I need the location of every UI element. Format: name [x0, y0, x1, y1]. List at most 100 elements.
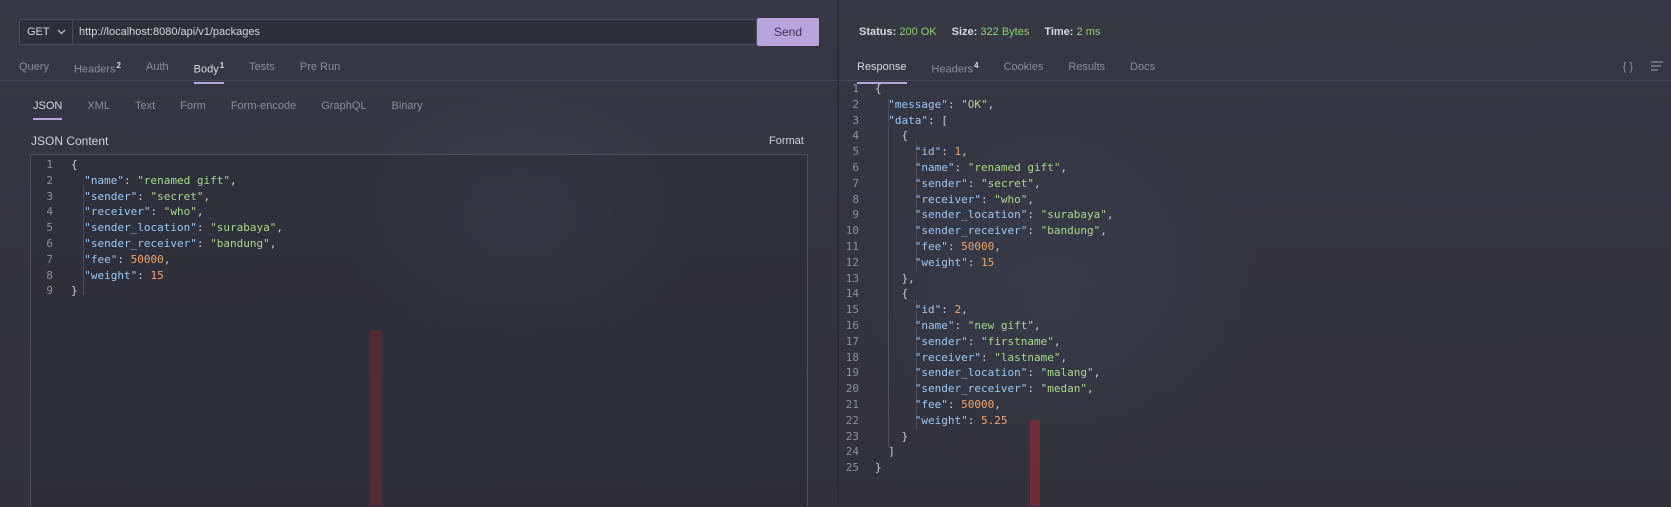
code-text: "sender_location": "surabaya", [914, 208, 1114, 222]
code-text: "sender": "secret", [84, 189, 211, 203]
code-line: 15 "id": 2, [839, 302, 1113, 318]
line-number: 1 [852, 82, 859, 95]
code-text: } [71, 284, 78, 298]
tab-label: Tests [249, 61, 275, 73]
time-value: 2 ms [1076, 26, 1101, 38]
line-number: 7 [852, 176, 859, 190]
code-text: "weight": 15 [84, 268, 164, 282]
tab-label: Text [134, 100, 156, 112]
code-text: "message": "OK", [888, 97, 995, 111]
line-number: 23 [845, 429, 859, 443]
code-line: 2 "name": "renamed gift", [31, 173, 283, 189]
line-number: 4 [46, 205, 53, 219]
code-line: 5 "sender_location": "surabaya", [31, 220, 283, 236]
format-button[interactable]: Format [769, 135, 804, 147]
tab-label: Results [1068, 61, 1106, 73]
body-tab-xml[interactable]: XML [87, 100, 110, 120]
line-number: 10 [845, 224, 859, 238]
line-number: 24 [845, 445, 859, 459]
code-line: 8 "receiver": "who", [839, 192, 1113, 208]
response-status-bar: Status: 200 OK Size: 322 Bytes Time: 2 m… [859, 26, 1100, 38]
body-tab-form[interactable]: Form [180, 100, 206, 120]
code-line: 10 "sender_receiver": "bandung", [839, 223, 1113, 239]
code-line: 14 { [839, 286, 1113, 302]
code-line: 1{ [31, 157, 283, 173]
code-line: 12 "weight": 15 [839, 255, 1113, 271]
code-line: 9 "sender_location": "surabaya", [839, 207, 1113, 223]
line-number: 20 [845, 382, 859, 396]
body-tab-text[interactable]: Text [135, 100, 155, 120]
line-number: 5 [852, 145, 859, 159]
response-viewer[interactable]: 1{2 "message": "OK", 3 "data": [4 {5 "id"… [839, 81, 1114, 476]
code-text: "sender_location": "surabaya", [84, 221, 283, 235]
tab-count-badge: 1 [219, 61, 225, 70]
code-line: 22 "weight": 5.25 [839, 413, 1113, 429]
code-line: 3 "sender": "secret", [31, 189, 283, 205]
code-text: "fee": 50000, [914, 397, 1001, 411]
tab-label: Query [19, 61, 49, 73]
line-number: 16 [845, 318, 859, 332]
code-text: "data": [ [888, 113, 948, 127]
code-text: "sender_receiver": "bandung", [84, 236, 277, 250]
code-line: 4 { [839, 128, 1113, 144]
code-line: 6 "sender_receiver": "bandung", [31, 236, 283, 252]
line-number: 18 [845, 350, 859, 364]
tab-label: Cookies [1003, 61, 1044, 73]
pane-divider[interactable] [837, 0, 839, 506]
line-number: 19 [845, 366, 859, 380]
size-info: Size: 322 Bytes [951, 26, 1030, 38]
body-tab-json[interactable]: JSON [33, 100, 63, 120]
code-line: 1{ [839, 81, 1113, 97]
tab-label: Response [857, 61, 907, 73]
json-body-editor[interactable]: 1{2 "name": "renamed gift", 3 "sender": "… [30, 154, 808, 507]
code-line: 19 "sender_location": "malang", [839, 365, 1113, 381]
url-value: http://localhost:8080/api/v1/packages [79, 26, 261, 38]
line-number: 3 [46, 189, 53, 203]
body-tab-form-encode[interactable]: Form-encode [231, 100, 296, 120]
wrap-lines-icon[interactable] [1651, 61, 1663, 74]
status-value: 200 OK [899, 26, 937, 38]
code-line: 9} [31, 283, 283, 299]
response-pane: Status: 200 OK Size: 322 Bytes Time: 2 m… [839, 0, 1671, 506]
code-text: "sender": "firstname", [914, 334, 1061, 348]
line-number: 7 [46, 252, 53, 266]
code-text: "weight": 5.25 [914, 413, 1008, 427]
line-number: 6 [852, 160, 859, 174]
code-text: { [875, 287, 909, 301]
code-line: 7 "sender": "secret", [839, 176, 1113, 192]
code-line: 3 "data": [ [839, 113, 1113, 129]
line-number: 1 [46, 158, 53, 171]
line-number: 25 [845, 461, 859, 475]
line-number: 2 [46, 173, 53, 187]
line-number: 21 [845, 397, 859, 411]
code-text: { [875, 129, 909, 143]
code-text: "name": "renamed gift", [914, 160, 1068, 174]
size-value: 322 Bytes [980, 26, 1030, 38]
code-line: 17 "sender": "firstname", [839, 334, 1113, 350]
code-line: 2 "message": "OK", [839, 97, 1113, 113]
code-line: 11 "fee": 50000, [839, 239, 1113, 255]
method-select[interactable]: GET [19, 19, 73, 45]
line-number: 6 [46, 236, 53, 250]
code-text: { [875, 82, 882, 95]
code-text: "receiver": "lastname", [914, 350, 1068, 364]
code-line: 7 "fee": 50000, [31, 252, 283, 268]
url-input[interactable]: http://localhost:8080/api/v1/packages [73, 19, 757, 45]
line-number: 12 [845, 255, 859, 269]
line-number: 15 [845, 303, 859, 317]
code-text: "receiver": "who", [914, 192, 1034, 206]
code-text: "weight": 15 [914, 255, 995, 269]
code-text: "sender_receiver": "medan", [914, 382, 1094, 396]
code-line: 6 "name": "renamed gift", [839, 160, 1113, 176]
send-button[interactable]: Send [757, 18, 819, 46]
code-line: 18 "receiver": "lastname", [839, 350, 1113, 366]
code-text: "name": "new gift", [914, 318, 1041, 332]
body-tab-binary[interactable]: Binary [392, 100, 423, 120]
code-line: 20 "sender_receiver": "medan", [839, 381, 1113, 397]
code-line: 13 }, [839, 271, 1113, 287]
body-tab-graphql[interactable]: GraphQL [321, 100, 366, 120]
request-bar: GET http://localhost:8080/api/v1/package… [19, 18, 819, 47]
braces-icon[interactable]: { } [1623, 61, 1633, 74]
chevron-down-icon [57, 26, 66, 38]
line-number: 9 [852, 208, 859, 222]
